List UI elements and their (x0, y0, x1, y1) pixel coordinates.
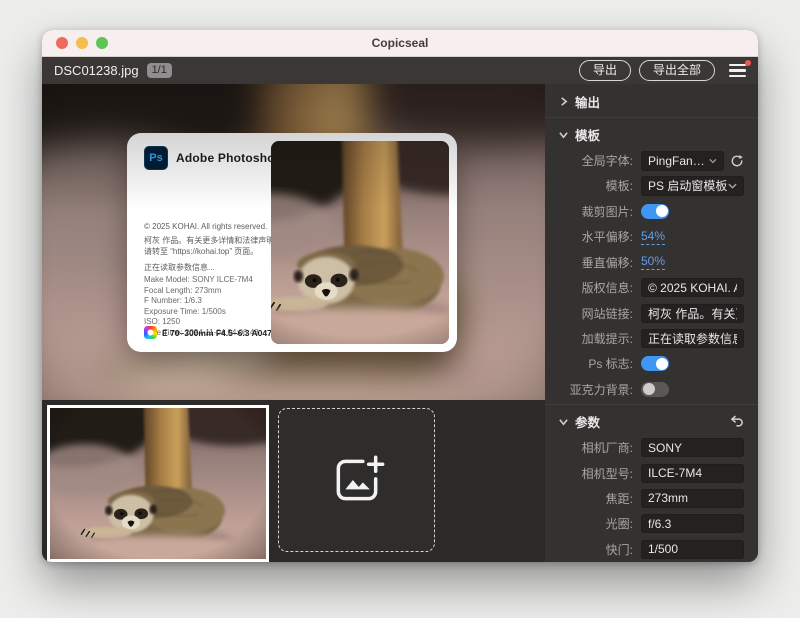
aperture-input[interactable] (641, 514, 744, 533)
page-indicator-badge: 1/1 (147, 63, 172, 78)
chevron-right-icon (559, 97, 568, 106)
crop-image-toggle[interactable] (641, 204, 669, 219)
section-header-params[interactable]: 参数 (545, 408, 758, 435)
lens-brand-icon (144, 326, 157, 339)
lens-label: E 70–300mm F4.5–6.3 A047 (162, 328, 272, 338)
refresh-fonts-icon[interactable] (730, 154, 744, 168)
ps-logo-toggle[interactable] (641, 356, 669, 371)
acrylic-background-toggle[interactable] (641, 382, 669, 397)
app-window: Copicseal DSC01238.jpg 1/1 导出 导出全部 Ps Ad… (42, 30, 758, 562)
add-image-dropzone[interactable] (278, 408, 435, 552)
loading-hint-text: 正在读取参数信息... (144, 262, 215, 273)
app-name: Adobe Photoshop (176, 151, 282, 165)
watermark-card[interactable]: Ps Adobe Photoshop © 2025 KOHAI. All rig… (127, 133, 457, 352)
notification-dot (745, 60, 751, 66)
reset-params-icon[interactable] (729, 415, 744, 428)
add-image-icon (329, 452, 385, 508)
row-vertical-offset: 垂直偏移: 50% (545, 250, 758, 275)
current-filename: DSC01238.jpg (54, 63, 139, 78)
photoshop-logo-icon: Ps (144, 146, 168, 170)
row-global-font: 全局字体: PingFang SC (545, 148, 758, 173)
copyright-text: © 2025 KOHAI. All rights reserved. (144, 222, 267, 231)
template-select[interactable]: PS 启动窗模板 (641, 176, 744, 196)
camera-make-input[interactable] (641, 438, 744, 457)
copyright-input[interactable] (641, 278, 744, 297)
horizontal-offset-value[interactable]: 54% (641, 229, 665, 245)
row-camera-make: 相机厂商: (545, 435, 758, 460)
row-focal-length: 焦距: (545, 486, 758, 511)
row-loading-hint: 加载提示: (545, 326, 758, 351)
row-ps-logo: Ps 标志: (545, 351, 758, 376)
row-acrylic-background: 亚克力背景: (545, 377, 758, 402)
chevron-down-icon (559, 417, 568, 426)
toolbar: DSC01238.jpg 1/1 导出 导出全部 (42, 57, 758, 84)
website-text: 柯灰 作品。有关更多详情和法律声明， 请转至 “https://kohai.to… (144, 235, 282, 257)
export-all-button[interactable]: 导出全部 (639, 60, 715, 81)
section-header-template[interactable]: 模板 (545, 121, 758, 148)
focal-length-input[interactable] (641, 489, 744, 508)
filmstrip (42, 400, 545, 562)
vertical-offset-value[interactable]: 50% (641, 254, 665, 270)
row-crop-image: 裁剪图片: (545, 199, 758, 224)
camera-model-input[interactable] (641, 464, 744, 483)
chevron-down-icon (559, 130, 568, 139)
thumbnail-selected[interactable] (47, 405, 269, 562)
divider (545, 117, 758, 118)
row-camera-model: 相机型号: (545, 460, 758, 485)
menu-icon[interactable] (729, 64, 746, 78)
row-aperture: 光圈: (545, 511, 758, 536)
section-header-output[interactable]: 输出 (545, 88, 758, 115)
row-shutter: 快门: (545, 537, 758, 562)
export-button[interactable]: 导出 (579, 60, 631, 81)
divider (545, 404, 758, 405)
row-horizontal-offset: 水平偏移: 54% (545, 224, 758, 249)
row-copyright-info: 版权信息: (545, 275, 758, 300)
website-link-input[interactable] (641, 304, 744, 323)
shutter-input[interactable] (641, 540, 744, 559)
global-font-select[interactable]: PingFang SC (641, 151, 724, 171)
brand-row: Ps Adobe Photoshop (144, 146, 282, 170)
chevron-down-icon (709, 156, 717, 165)
row-template: 模板: PS 启动窗模板 (545, 173, 758, 198)
photo-preview[interactable]: Ps Adobe Photoshop © 2025 KOHAI. All rig… (42, 84, 545, 400)
titlebar: Copicseal (42, 30, 758, 57)
lens-row: E 70–300mm F4.5–6.3 A047 (144, 326, 272, 339)
settings-sidebar: 输出 模板 全局字体: PingFang SC (545, 84, 758, 562)
window-title: Copicseal (42, 36, 758, 50)
card-photo (271, 141, 449, 344)
row-website-link: 网站链接: (545, 300, 758, 325)
loading-hint-input[interactable] (641, 329, 744, 348)
chevron-down-icon (728, 181, 737, 190)
